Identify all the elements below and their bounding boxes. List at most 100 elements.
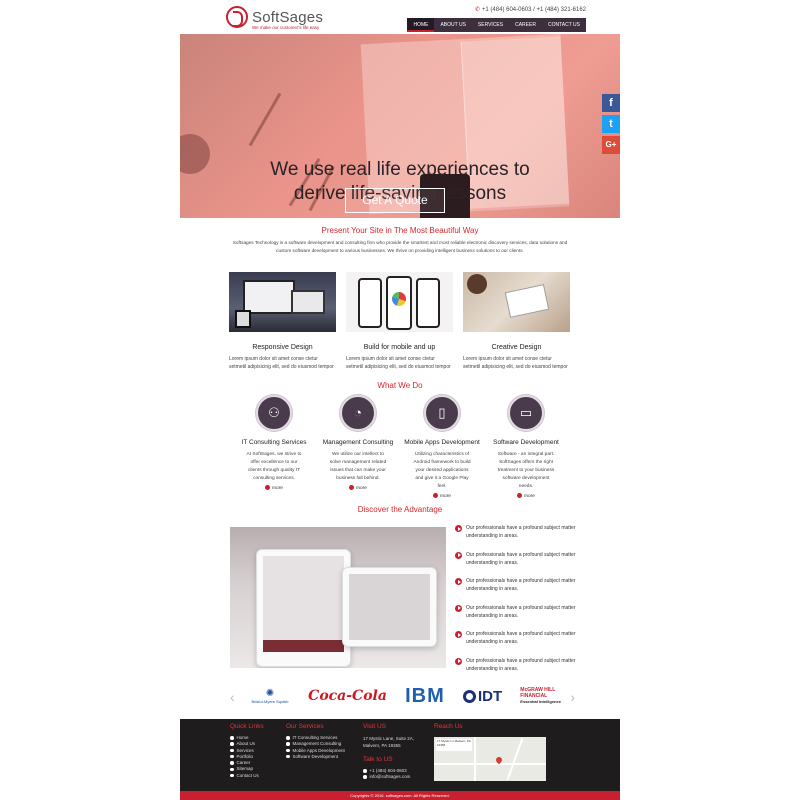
page: SoftSages We make our customer's life ea… (180, 0, 620, 800)
nav-contact-us[interactable]: CONTACT US (541, 18, 586, 32)
laptop-shape (291, 290, 325, 314)
copyright-bar: Copyrights © 2016. softsages.com. All Ri… (180, 791, 620, 800)
carousel-prev-icon[interactable]: ‹ (230, 689, 235, 705)
tablet-screen (349, 574, 430, 640)
service-card: ▯ Mobile Apps Development Utilizing char… (400, 395, 484, 499)
carousel-next-icon[interactable]: › (570, 689, 575, 705)
tablet-screen (263, 556, 344, 652)
facebook-icon[interactable]: f (602, 94, 620, 112)
more-link[interactable]: more (400, 493, 484, 499)
tablet-screen-bar (263, 640, 344, 652)
play-bullet-icon (455, 551, 462, 559)
advantage-text: Our professionals have a profound subjec… (466, 604, 576, 619)
footer-reach-title: Reach Us (434, 723, 463, 730)
feature-title: Responsive Design (252, 344, 313, 351)
phone-icon (363, 769, 367, 773)
footer-visit-title: Visit US (363, 723, 386, 730)
header-phone: ✆ +1 (484) 604-0603 / +1 (484) 321-6162 (475, 6, 586, 13)
nav-services[interactable]: SERVICES (471, 18, 510, 32)
phone-shape (386, 276, 412, 330)
service-card: ◔ Management Consulting We utilize our i… (316, 395, 400, 499)
mobile-icon: ▯ (424, 395, 460, 431)
more-arrow-icon (349, 485, 355, 490)
logo[interactable]: SoftSages We make our customer's life ea… (226, 6, 324, 30)
advantage-text: Our professionals have a profound subjec… (466, 631, 576, 645)
coca-cola-logo: Coca-Cola (308, 688, 387, 704)
advantage-list: Our professionals have a profound subjec… (455, 524, 590, 683)
nav-about-us[interactable]: ABOUT US (434, 18, 472, 32)
advantage-image (230, 527, 446, 668)
service-card: ▭ Software Development Software - an int… (484, 395, 568, 499)
phone-shape (416, 278, 440, 328)
more-arrow-icon (265, 485, 271, 490)
footer-services-title: Our Services (286, 723, 324, 730)
twitter-icon[interactable]: t (602, 115, 620, 133)
service-title: Mobile Apps Development (404, 439, 480, 446)
hero-pencil (248, 92, 282, 147)
idt-logo: IDT (462, 688, 502, 705)
nav-career[interactable]: CAREER (509, 18, 542, 32)
map-info-card: 17 Mystic Ln Malvern, PA 19355 (436, 739, 472, 751)
googleplus-icon[interactable]: G+ (602, 136, 620, 154)
advantage-text: Our professionals have a profound subjec… (466, 657, 576, 672)
footer-link[interactable]: Contact Us (230, 773, 264, 779)
footer-address-line: 17 Mystic Lane, Suite 2A, (363, 736, 415, 741)
service-card: ⚇ IT Consulting Services At SoftSages, w… (232, 395, 316, 499)
phone-shape (358, 278, 382, 328)
client-logos: ✺ Bristol-Myers Squibb Coca-Cola IBM IDT … (250, 681, 561, 711)
more-label: more (272, 485, 283, 491)
footer-email[interactable]: info@softsages.com (363, 774, 414, 780)
footer-service-link[interactable]: Software Development (286, 754, 345, 760)
service-title: Software Development (493, 439, 559, 446)
header-phone-text: +1 (484) 604-0603 / +1 (484) 321-6162 (481, 7, 586, 13)
advantage-item: Our professionals have a profound subjec… (455, 524, 590, 540)
more-link[interactable]: more (484, 493, 568, 499)
pie-graphic (392, 292, 406, 306)
location-map[interactable]: 17 Mystic Ln Malvern, PA 19355 (434, 737, 546, 781)
more-arrow-icon (433, 493, 439, 498)
service-title: IT Consulting Services (241, 439, 307, 446)
mobile-build-image (346, 272, 453, 332)
footer-quick-links-title: Quick Links (230, 723, 264, 730)
footer-services: Our Services IT Consulting Services Mana… (286, 723, 345, 760)
feature-title: Build for mobile and up (363, 344, 436, 351)
code-window-icon: ▭ (508, 395, 544, 431)
advantage-item: Our professionals have a profound subjec… (455, 604, 590, 620)
main-nav: HOME ABOUT US SERVICES CAREER CONTACT US (407, 18, 586, 32)
more-label: more (524, 493, 535, 499)
ibm-logo: IBM (405, 684, 445, 707)
feature-card: Creative Design Lorem ipsum dolor sit am… (463, 272, 570, 371)
tablet-shape (235, 310, 251, 328)
play-bullet-icon (455, 657, 462, 665)
tablet-shape (256, 549, 351, 667)
advantage-text: Our professionals have a profound subjec… (466, 525, 576, 539)
advantage-text: Our professionals have a profound subjec… (466, 551, 576, 566)
advantage-item: Our professionals have a profound subjec… (455, 551, 590, 567)
service-text: We utilize our intellect to solve manage… (329, 452, 387, 481)
more-link[interactable]: more (232, 485, 316, 491)
get-a-quote-button[interactable]: Get A Quote (345, 188, 445, 213)
team-icon: ⚇ (256, 395, 292, 431)
header: SoftSages We make our customer's life ea… (180, 0, 620, 34)
footer-quick-links: Quick Links Home About Us Services Portf… (230, 723, 264, 779)
advantage-item: Our professionals have a profound subjec… (455, 630, 590, 646)
intro-section: Present Your Site in The Most Beautiful … (180, 226, 620, 255)
what-we-do-title: What We Do (377, 381, 423, 390)
creative-design-image (463, 272, 570, 332)
monitor-shape (243, 280, 295, 314)
service-title: Management Consulting (322, 439, 394, 446)
mail-icon (363, 775, 367, 779)
play-bullet-icon (455, 604, 462, 612)
coffee-cup-shape (467, 274, 487, 294)
social-bar: f t G+ (602, 94, 620, 157)
brand-name: SoftSages (252, 8, 324, 26)
client-logos-carousel: ‹ ✺ Bristol-Myers Squibb Coca-Cola IBM ID… (228, 681, 575, 711)
more-label: more (356, 485, 367, 491)
services-row: ⚇ IT Consulting Services At SoftSages, w… (232, 395, 568, 499)
idt-ring-icon (462, 689, 476, 703)
nav-home[interactable]: HOME (407, 18, 435, 32)
logo-mark-icon (226, 6, 248, 28)
footer-address-line: Malvern, PA 19355 (363, 743, 401, 748)
more-link[interactable]: more (316, 485, 400, 491)
service-text: At SoftSages, we strive to offer excelle… (246, 452, 302, 481)
